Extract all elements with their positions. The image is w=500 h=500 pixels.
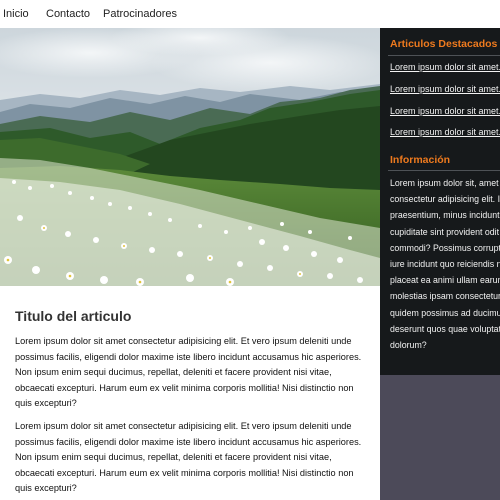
article: Titulo del articulo Lorem ipsum dolor si… [0,286,380,500]
featured-articles-title: Articulos Destacados [390,38,498,50]
info-title-divider [388,170,500,171]
featured-title-divider [388,55,500,56]
nav-link-inicio[interactable]: Inicio [3,8,29,20]
nav-link-patrocinadores[interactable]: Patrocinadores [103,8,177,20]
article-paragraph-2: Lorem ipsum dolor sit amet consectetur a… [15,421,362,493]
hero-image [0,28,380,286]
article-title: Titulo del articulo [15,308,132,324]
article-paragraph-1: Lorem ipsum dolor sit amet consectetur a… [15,336,362,408]
featured-article-link[interactable]: Lorem ipsum dolor sit amet. [390,106,500,116]
nav-link-contacto[interactable]: Contacto [46,8,90,20]
sidebar: Articulos Destacados Lorem ipsum dolor s… [380,28,500,500]
info-text: Lorem ipsum dolor sit, amet consectetur … [390,178,500,351]
featured-article-link[interactable]: Lorem ipsum dolor sit amet. [390,127,500,137]
top-navigation: Inicio Contacto Patrocinadores [0,0,500,29]
sidebar-panel: Articulos Destacados Lorem ipsum dolor s… [380,28,500,375]
featured-article-link[interactable]: Lorem ipsum dolor sit amet. [390,62,500,72]
info-title: Información [390,154,451,166]
featured-article-link[interactable]: Lorem ipsum dolor sit amet. [390,84,500,94]
